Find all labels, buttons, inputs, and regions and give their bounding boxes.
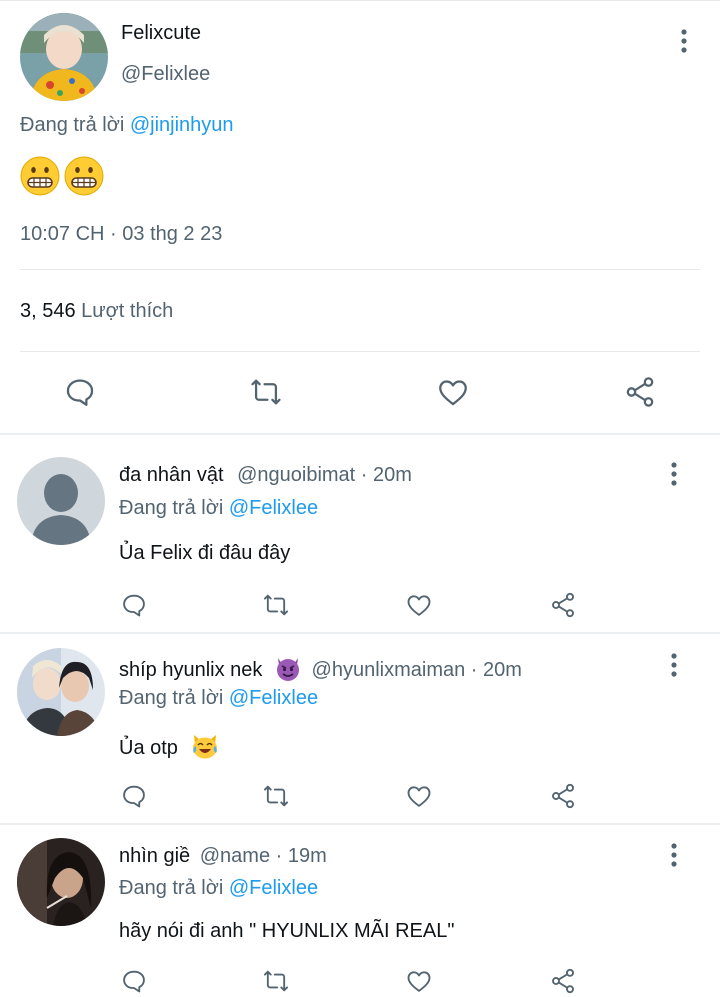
reply-icon — [123, 785, 145, 808]
grimacing-face-emoji — [20, 156, 60, 196]
reply-text-content: Ủa otp — [119, 737, 178, 759]
retweet-button[interactable] — [261, 967, 291, 995]
reply-context: Đang trả lời @jinjinhyun — [20, 114, 234, 137]
retweet-icon — [263, 785, 289, 807]
retweet-button[interactable] — [248, 375, 284, 409]
share-button[interactable] — [548, 967, 578, 995]
heart-icon — [407, 971, 431, 992]
reply-button[interactable] — [120, 967, 148, 995]
reply-to-link[interactable]: @Felixlee — [229, 497, 318, 519]
avatar[interactable] — [17, 457, 105, 545]
heart-icon — [439, 380, 467, 406]
likes-stat[interactable]: 3, 546 Lượt thích — [20, 300, 173, 323]
reply-icon — [123, 970, 145, 993]
heart-icon — [407, 595, 431, 616]
divider — [20, 269, 700, 270]
retweet-button[interactable] — [261, 591, 291, 619]
reply-text: hãy nói đi anh " HYUNLIX MÃI REAL" — [119, 920, 455, 942]
reply-context: Đang trả lời @Felixlee — [119, 687, 318, 710]
reply-button[interactable] — [63, 375, 97, 409]
handle-time[interactable]: @nguoibimat · 20m — [237, 464, 412, 486]
reply-header: đa nhân vật @nguoibimat · 20m — [119, 464, 412, 487]
retweet-icon — [263, 594, 289, 616]
reply-prefix: Đang trả lời — [119, 687, 224, 709]
display-name[interactable]: nhìn giề — [119, 845, 190, 867]
likes-count: 3, 546 — [20, 300, 76, 322]
more-options-icon[interactable] — [662, 840, 686, 870]
avatar[interactable] — [17, 838, 105, 926]
share-icon — [552, 592, 574, 618]
like-button[interactable] — [436, 375, 470, 409]
reply-header: shíp hyunlix nek @hyunlixmaiman · 20m — [119, 654, 522, 682]
share-button[interactable] — [548, 782, 578, 810]
reply-button[interactable] — [120, 782, 148, 810]
reply-icon — [123, 594, 145, 617]
handle[interactable]: @Felixlee — [121, 63, 210, 86]
retweet-icon — [263, 970, 289, 992]
smiling-face-with-horns-emoji — [276, 658, 299, 681]
divider — [20, 351, 700, 352]
retweet-button[interactable] — [261, 782, 291, 810]
cat-with-tears-of-joy-emoji — [192, 735, 217, 759]
handle-time[interactable]: @name · 19m — [200, 845, 327, 867]
reply-header: nhìn giề @name · 19m — [119, 845, 327, 868]
reply-to-link[interactable]: @Felixlee — [229, 687, 318, 709]
section-separator — [0, 433, 720, 435]
likes-label: Lượt thích — [81, 300, 174, 322]
display-name[interactable]: đa nhân vật — [119, 464, 224, 486]
share-button[interactable] — [548, 591, 578, 619]
like-button[interactable] — [405, 782, 433, 810]
avatar[interactable] — [20, 13, 108, 101]
like-button[interactable] — [405, 591, 433, 619]
reply-to-link[interactable]: @jinjinhyun — [130, 114, 234, 136]
display-name[interactable]: Felixcute — [121, 22, 201, 45]
more-options-icon[interactable] — [662, 650, 686, 680]
reply-to-link[interactable]: @Felixlee — [229, 877, 318, 899]
handle-time[interactable]: @hyunlixmaiman · 20m — [312, 659, 522, 681]
avatar[interactable] — [17, 648, 105, 736]
reply-text: Ủa Felix đi đâu đây — [119, 542, 291, 564]
heart-icon — [407, 786, 431, 807]
share-icon — [552, 968, 574, 994]
reply-prefix: Đang trả lời — [119, 497, 224, 519]
reply-icon — [66, 379, 94, 406]
grimacing-face-emoji — [64, 156, 104, 196]
more-options-icon[interactable] — [662, 459, 686, 489]
share-button[interactable] — [622, 375, 658, 409]
share-icon — [552, 783, 574, 809]
reply-prefix: Đang trả lời — [20, 114, 125, 136]
timestamp[interactable]: 10:07 CH · 03 thg 2 23 — [20, 223, 222, 246]
more-options-icon[interactable] — [672, 26, 696, 56]
reply-context: Đang trả lời @Felixlee — [119, 497, 318, 520]
display-name[interactable]: shíp hyunlix nek — [119, 659, 262, 681]
reply-context: Đang trả lời @Felixlee — [119, 877, 318, 900]
reply-prefix: Đang trả lời — [119, 877, 224, 899]
top-border — [0, 0, 720, 1]
share-icon — [626, 377, 654, 407]
like-button[interactable] — [405, 967, 433, 995]
retweet-icon — [251, 379, 281, 405]
reply-button[interactable] — [120, 591, 148, 619]
section-separator — [0, 823, 720, 825]
reply-text: Ủa otp — [119, 732, 220, 760]
section-separator — [0, 632, 720, 634]
